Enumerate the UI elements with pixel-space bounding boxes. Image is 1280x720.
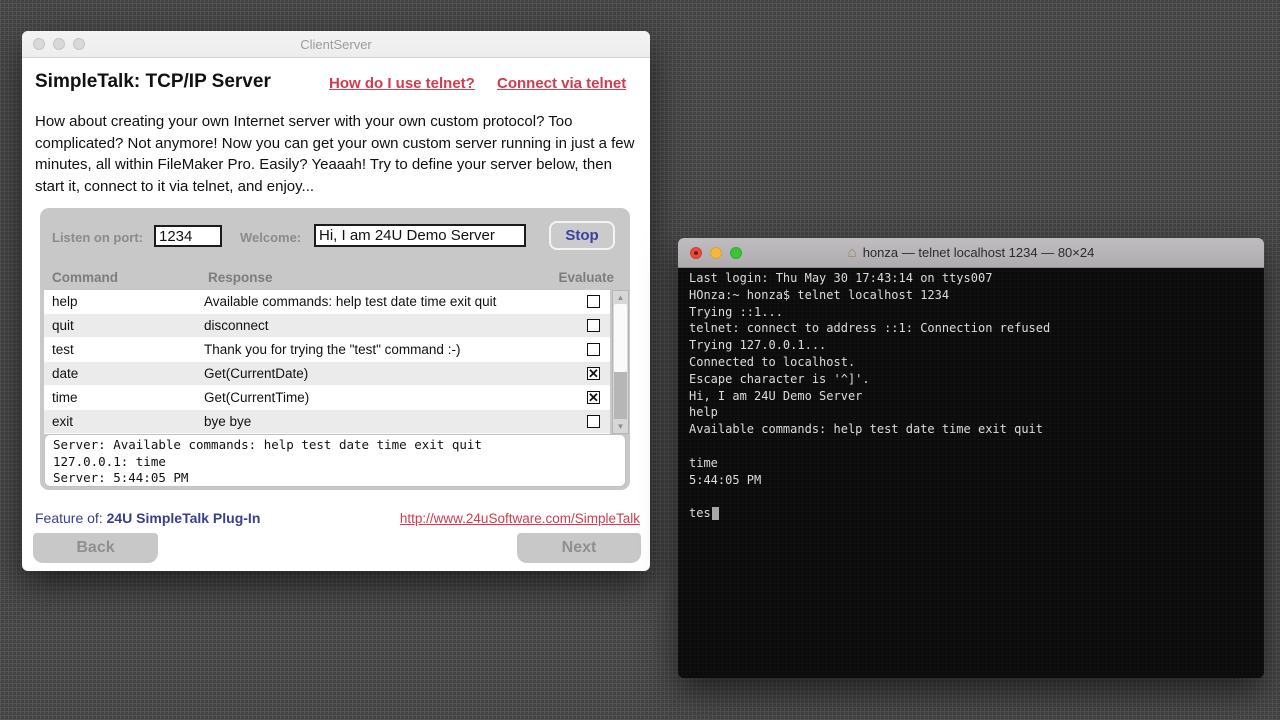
table-row[interactable]: quit disconnect (44, 314, 610, 338)
back-button[interactable]: Back (33, 533, 158, 563)
terminal-line: Trying 127.0.0.1... (689, 337, 1264, 354)
typed-text: tes (689, 506, 711, 520)
command-cell: date (44, 366, 204, 381)
desktop-background: ClientServer SimpleTalk: TCP/IP Server H… (0, 0, 1280, 720)
terminal-line: 5:44:05 PM (689, 472, 1264, 489)
table-row[interactable]: date Get(CurrentDate) ✕ (44, 362, 610, 386)
terminal-line: help (689, 404, 1264, 421)
response-cell: disconnect (204, 318, 587, 333)
window-controls (33, 38, 85, 50)
server-log-field[interactable]: Server: Available commands: help test da… (44, 434, 626, 487)
terminal-input-line: tes (689, 505, 1264, 522)
column-header-response: Response (208, 270, 273, 285)
table-row[interactable]: test Thank you for trying the "test" com… (44, 338, 610, 362)
commands-table: help Available commands: help test date … (44, 290, 610, 434)
clientserver-titlebar[interactable]: ClientServer (22, 31, 650, 58)
terminal-line (689, 488, 1264, 505)
command-cell: exit (44, 414, 204, 429)
feature-label: Feature of: (35, 510, 103, 526)
link-connect-via-telnet[interactable]: Connect via telnet (497, 75, 626, 92)
terminal-window: ⌂ honza — telnet localhost 1234 — 80×24 … (678, 238, 1264, 678)
port-label: Listen on port: (52, 230, 143, 245)
terminal-line: HOnza:~ honza$ telnet localhost 1234 (689, 287, 1264, 304)
close-button[interactable] (690, 247, 702, 259)
plugin-name: 24U SimpleTalk Plug-In (107, 510, 261, 526)
log-line: Server: Available commands: help test da… (53, 437, 617, 454)
minimize-button[interactable] (710, 247, 722, 259)
command-cell: quit (44, 318, 204, 333)
response-cell: Available commands: help test date time … (204, 294, 587, 309)
response-cell: bye bye (204, 414, 587, 429)
close-button[interactable] (33, 38, 45, 50)
response-cell: Thank you for trying the "test" command … (204, 342, 587, 357)
scroll-up-icon[interactable]: ▲ (613, 293, 628, 302)
clientserver-window: ClientServer SimpleTalk: TCP/IP Server H… (22, 31, 650, 571)
evaluate-checkbox[interactable] (587, 295, 600, 308)
stop-button[interactable]: Stop (549, 221, 615, 250)
feature-credit: Feature of: 24U SimpleTalk Plug-In (35, 510, 260, 526)
window-title: ClientServer (22, 31, 650, 58)
column-header-evaluate: Evaluate (558, 270, 614, 285)
scrollbar-track[interactable] (614, 372, 627, 419)
scroll-down-icon[interactable]: ▼ (613, 422, 628, 431)
window-controls (690, 247, 742, 259)
terminal-line: time (689, 455, 1264, 472)
terminal-line: Connected to localhost. (689, 354, 1264, 371)
command-cell: test (44, 342, 204, 357)
command-cell: help (44, 294, 204, 309)
response-cell: Get(CurrentDate) (204, 366, 587, 381)
terminal-titlebar[interactable]: ⌂ honza — telnet localhost 1234 — 80×24 (678, 238, 1264, 268)
terminal-title: ⌂ honza — telnet localhost 1234 — 80×24 (848, 245, 1095, 260)
command-cell: time (44, 390, 204, 405)
table-row[interactable]: time Get(CurrentTime) ✕ (44, 386, 610, 410)
zoom-button[interactable] (73, 38, 85, 50)
terminal-line (689, 438, 1264, 455)
terminal-line: Last login: Thu May 30 17:43:14 on ttys0… (689, 270, 1264, 287)
column-header-command: Command (52, 270, 118, 285)
server-config-panel: Listen on port: Welcome: Stop Command Re… (40, 208, 630, 490)
terminal-content[interactable]: Last login: Thu May 30 17:43:14 on ttys0… (678, 268, 1264, 678)
next-button[interactable]: Next (517, 533, 641, 563)
intro-paragraph: How about creating your own Internet ser… (35, 111, 643, 197)
evaluate-checkbox[interactable]: ✕ (587, 367, 600, 380)
zoom-button[interactable] (730, 247, 742, 259)
response-cell: Get(CurrentTime) (204, 390, 587, 405)
page-title: SimpleTalk: TCP/IP Server (35, 71, 271, 93)
terminal-title-text: honza — telnet localhost 1234 — 80×24 (863, 245, 1095, 260)
port-input[interactable] (154, 225, 222, 247)
minimize-button[interactable] (53, 38, 65, 50)
evaluate-checkbox[interactable] (587, 319, 600, 332)
terminal-line: telnet: connect to address ::1: Connecti… (689, 320, 1264, 337)
terminal-cursor (712, 507, 719, 520)
welcome-label: Welcome: (240, 230, 301, 245)
log-line: 127.0.0.1: time (53, 454, 617, 471)
home-folder-icon: ⌂ (848, 245, 857, 260)
terminal-line: Escape character is '^]'. (689, 371, 1264, 388)
scrollbar-thumb[interactable] (614, 304, 627, 372)
evaluate-checkbox[interactable]: ✕ (587, 391, 600, 404)
terminal-line: Trying ::1... (689, 304, 1264, 321)
evaluate-checkbox[interactable] (587, 415, 600, 428)
simpletalk-url-link[interactable]: http://www.24uSoftware.com/SimpleTalk (400, 511, 640, 526)
table-row[interactable]: exit bye bye (44, 410, 610, 434)
table-scrollbar[interactable]: ▲ ▼ (612, 290, 629, 434)
terminal-line: Available commands: help test date time … (689, 421, 1264, 438)
welcome-input[interactable] (314, 224, 526, 247)
table-row[interactable]: help Available commands: help test date … (44, 290, 610, 314)
terminal-line: Hi, I am 24U Demo Server (689, 388, 1264, 405)
link-how-do-i-use-telnet[interactable]: How do I use telnet? (329, 75, 475, 92)
evaluate-checkbox[interactable] (587, 343, 600, 356)
log-line: Server: 5:44:05 PM (53, 470, 617, 487)
